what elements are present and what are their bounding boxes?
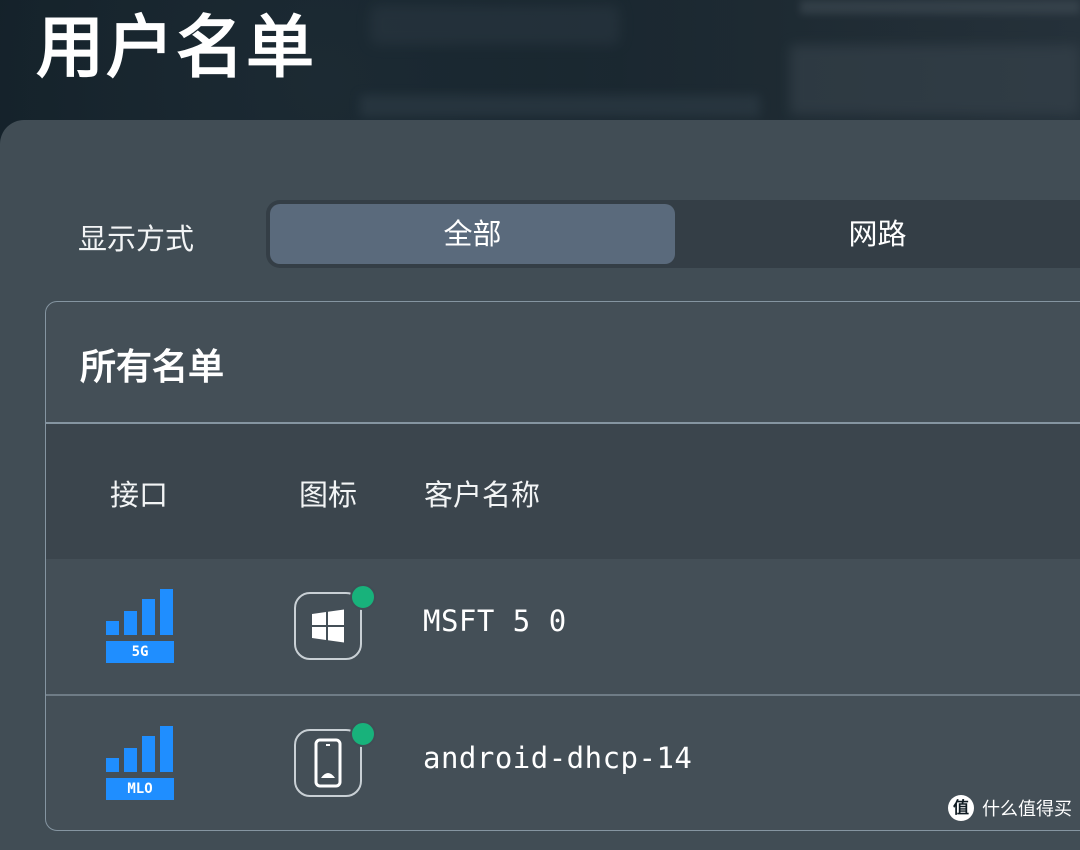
signal-bar: [124, 748, 137, 772]
view-mode-segmented-control: 全部 网路: [266, 200, 1080, 268]
background-blur: [360, 95, 760, 117]
signal-bar: [142, 736, 155, 772]
signal-bar: [160, 589, 173, 635]
signal-mlo-icon: MLO: [105, 724, 177, 800]
signal-bar: [106, 621, 119, 635]
column-header-icon[interactable]: 图标: [299, 472, 357, 514]
interface-badge: MLO: [106, 778, 174, 800]
page-title: 用户名单: [36, 9, 317, 88]
watermark-text: 什么值得买: [982, 799, 1072, 820]
signal-bar: [160, 726, 173, 772]
client-list-title: 所有名单: [80, 347, 225, 388]
online-status-dot: [350, 721, 376, 747]
signal-5g-icon: 5G: [105, 587, 177, 663]
signal-bar: [106, 758, 119, 772]
column-header-client-name[interactable]: 客户名称: [424, 472, 540, 514]
view-mode-all-button[interactable]: 全部: [270, 204, 675, 264]
background-blur: [370, 5, 620, 45]
client-list-card: 所有名单 接口 图标 客户名称 5G MSFT 5 0 MLO android-…: [45, 301, 1080, 831]
background-blur: [790, 45, 1080, 115]
table-header: 接口 图标 客户名称: [46, 424, 1080, 559]
view-mode-network-button[interactable]: 网路: [675, 204, 1080, 264]
watermark-logo-icon: 值: [948, 795, 974, 821]
watermark: 值 什么值得买: [948, 794, 1072, 822]
view-mode-label: 显示方式: [78, 222, 195, 256]
interface-badge: 5G: [106, 641, 174, 663]
client-name[interactable]: MSFT 5 0: [423, 604, 567, 638]
signal-bar: [142, 599, 155, 635]
table-row[interactable]: 5G MSFT 5 0: [46, 559, 1080, 694]
table-row[interactable]: MLO android-dhcp-14: [46, 696, 1080, 830]
signal-bar: [124, 611, 137, 635]
client-name[interactable]: android-dhcp-14: [423, 741, 692, 775]
online-status-dot: [350, 584, 376, 610]
column-header-interface[interactable]: 接口: [110, 472, 168, 514]
background-blur: [800, 0, 1080, 14]
